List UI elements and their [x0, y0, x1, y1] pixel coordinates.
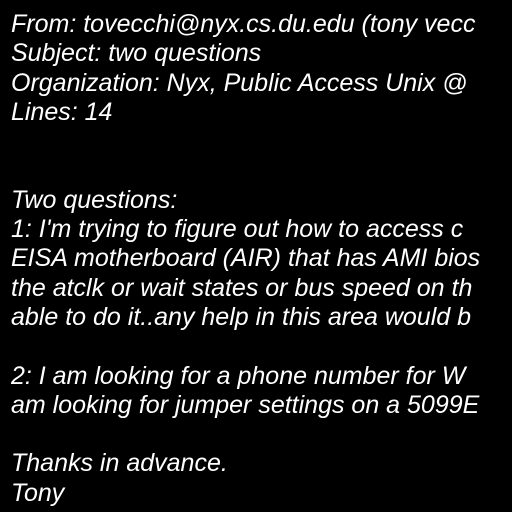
body-closing: Thanks in advance.	[11, 449, 228, 478]
body-question-2-line-2: am looking for jumper settings on a 5099…	[11, 390, 480, 419]
body-signature: Tony	[11, 478, 65, 507]
header-subject: Subject: two questions	[11, 39, 262, 68]
header-from: From: tovecchi@nyx.cs.du.edu (tony vecc	[11, 10, 476, 38]
email-message: From: tovecchi@nyx.cs.du.edu (tony vecc …	[11, 10, 512, 512]
body-question-1-line-4: able to do it..any help in this area wou…	[11, 302, 472, 331]
body-question-1-line-2: EISA motherboard (AIR) that has AMI bios	[11, 244, 481, 273]
body-question-1-line-1: 1: I'm trying to figure out how to acces…	[11, 215, 464, 244]
header-lines: Lines: 14	[11, 97, 113, 126]
body-question-2-line-1: 2: I am looking for a phone number for W	[11, 361, 466, 390]
header-organization: Organization: Nyx, Public Access Unix @	[11, 68, 468, 97]
body-question-1-line-3: the atclk or wait states or bus speed on…	[11, 273, 473, 302]
body-intro: Two questions:	[11, 185, 178, 214]
